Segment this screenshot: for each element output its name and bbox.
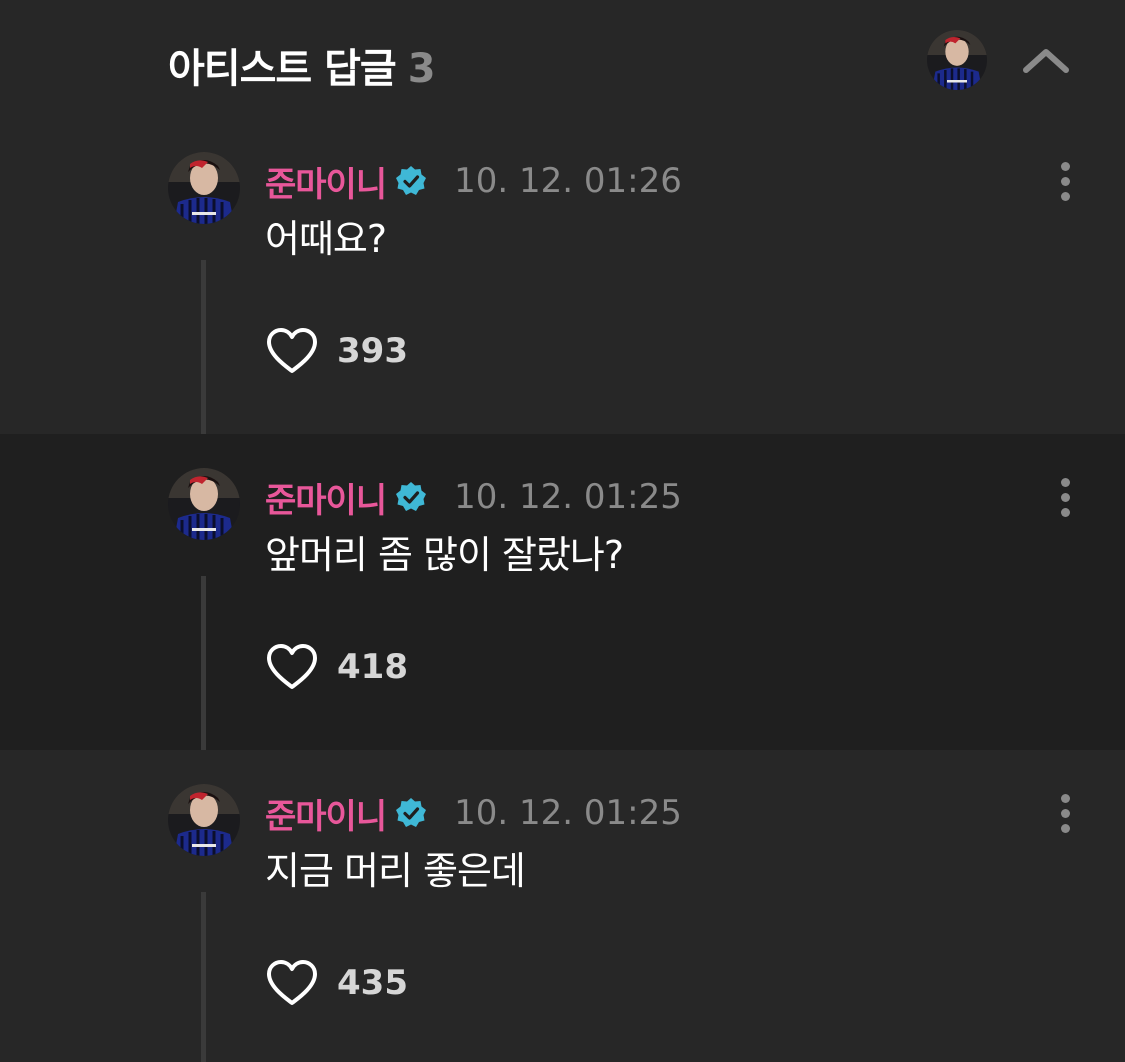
replies-header: 아티스트 답글 3: [0, 0, 1125, 120]
like-row: 418: [265, 642, 408, 692]
header-title-text: 아티스트 답글: [168, 46, 397, 92]
reply-text: 앞머리 좀 많이 잘랐나?: [265, 533, 624, 577]
avatar-image: [168, 468, 240, 540]
avatar-image: [168, 784, 240, 856]
reply-count: 3: [407, 46, 436, 92]
reply-item: 준마이니 10. 12. 01:26 어때요? 393: [0, 118, 1125, 434]
more-dot-icon: [1060, 477, 1070, 487]
reply-text: 어때요?: [265, 217, 387, 261]
thread-line: [201, 892, 206, 1062]
like-button[interactable]: [265, 958, 321, 1008]
like-row: 435: [265, 958, 408, 1008]
more-dot-icon: [1060, 161, 1070, 171]
reply-text: 지금 머리 좋은데: [265, 849, 526, 893]
chevron-up-icon: [1023, 49, 1069, 73]
more-dot-icon: [1060, 176, 1070, 186]
heart-icon: [267, 960, 317, 1005]
verified-badge-icon: [396, 798, 427, 827]
more-dot-icon: [1060, 793, 1070, 803]
reply-item: 준마이니 10. 12. 01:25 앞머리 좀 많이 잘랐나? 418: [0, 434, 1125, 750]
like-row: 393: [265, 326, 408, 376]
heart-icon: [267, 328, 317, 373]
reply-item: 준마이니 10. 12. 01:25 지금 머리 좋은데 435: [0, 750, 1125, 1062]
collapse-button[interactable]: [1018, 38, 1074, 82]
like-count: 435: [337, 963, 408, 1003]
author-name[interactable]: 준마이니: [265, 789, 387, 838]
like-button[interactable]: [265, 326, 321, 376]
author-name[interactable]: 준마이니: [265, 157, 387, 206]
thread-line: [201, 576, 206, 750]
more-dot-icon: [1060, 823, 1070, 833]
artist-replies-panel: 아티스트 답글 3 준마이니 10. 12. 01:26 어때요? 393 준마…: [0, 0, 1125, 1062]
author-name[interactable]: 준마이니: [265, 473, 387, 522]
more-options-button[interactable]: [1048, 788, 1082, 838]
reply-meta: 준마이니 10. 12. 01:25: [265, 472, 682, 522]
more-dot-icon: [1060, 507, 1070, 517]
reply-meta: 준마이니 10. 12. 01:25: [265, 788, 682, 838]
like-button[interactable]: [265, 642, 321, 692]
verified-badge-icon: [396, 166, 427, 195]
author-avatar[interactable]: [168, 784, 240, 856]
reply-meta: 준마이니 10. 12. 01:26: [265, 156, 682, 206]
heart-icon: [267, 644, 317, 689]
like-count: 393: [337, 331, 408, 371]
reply-timestamp: 10. 12. 01:25: [454, 477, 682, 517]
reply-timestamp: 10. 12. 01:25: [454, 793, 682, 833]
more-dot-icon: [1060, 191, 1070, 201]
artist-avatar[interactable]: [927, 30, 987, 90]
thread-line: [201, 260, 206, 434]
like-count: 418: [337, 647, 408, 687]
verified-badge-icon: [396, 482, 427, 511]
reply-timestamp: 10. 12. 01:26: [454, 161, 682, 201]
more-dot-icon: [1060, 492, 1070, 502]
more-dot-icon: [1060, 808, 1070, 818]
avatar-image: [927, 30, 987, 90]
more-options-button[interactable]: [1048, 472, 1082, 522]
author-avatar[interactable]: [168, 152, 240, 224]
more-options-button[interactable]: [1048, 156, 1082, 206]
avatar-image: [168, 152, 240, 224]
header-title: 아티스트 답글 3: [168, 36, 436, 94]
author-avatar[interactable]: [168, 468, 240, 540]
